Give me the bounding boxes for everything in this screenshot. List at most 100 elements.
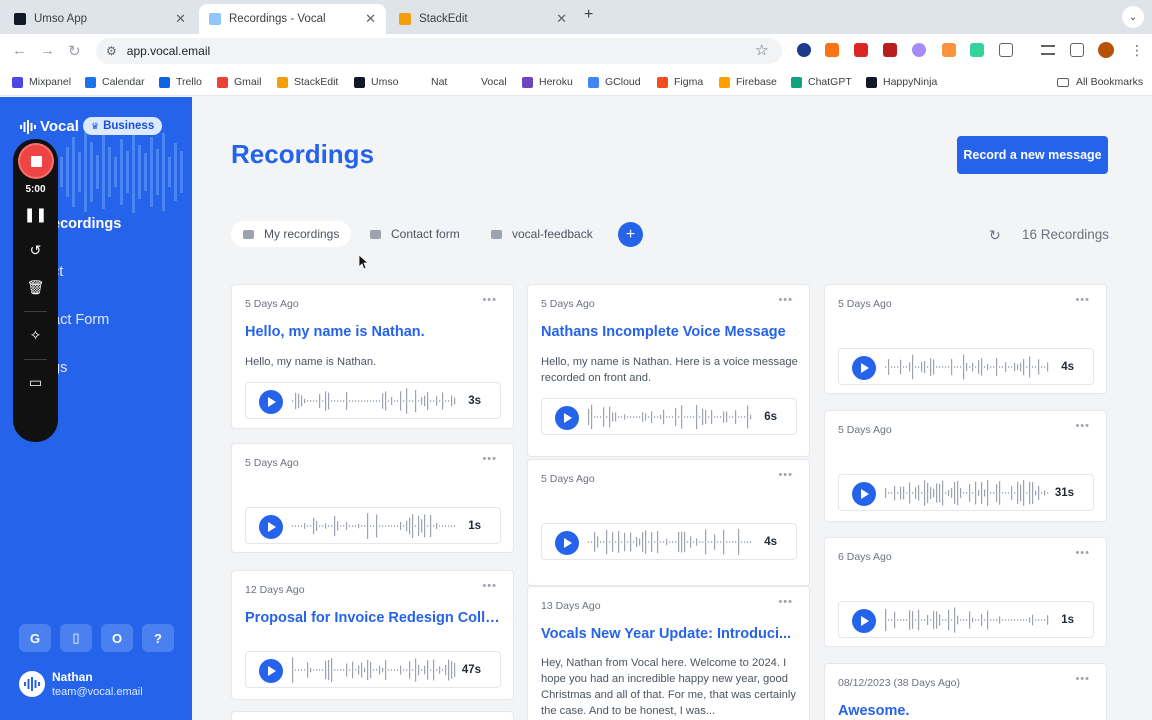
stop-recording-button[interactable] — [20, 145, 52, 177]
phone-integration-icon[interactable]: ▯ — [60, 624, 92, 652]
more-icon[interactable]: ••• — [778, 469, 793, 481]
vocal-logo[interactable]: Vocal — [20, 118, 79, 135]
bookmark-happyninja[interactable]: HappyNinja — [866, 76, 937, 88]
reading-list-icon[interactable] — [1041, 45, 1055, 55]
recording-card[interactable]: 6 Days Ago ••• 1s — [824, 537, 1107, 647]
camera-icon[interactable]: ▭ — [13, 374, 58, 391]
bookmark-trello[interactable]: Trello — [159, 76, 202, 88]
record-new-message-button[interactable]: Record a new message — [957, 136, 1108, 174]
close-icon[interactable]: ✕ — [175, 11, 186, 27]
metamask-extension-icon[interactable] — [825, 43, 839, 57]
new-tab-icon[interactable]: + — [584, 6, 593, 24]
card-title[interactable]: Proposal for Invoice Redesign Colla... — [245, 610, 503, 626]
tab-search-icon[interactable]: ⌄ — [1122, 6, 1144, 28]
waveform[interactable] — [885, 607, 1050, 633]
recording-card[interactable]: 5 Days Ago ••• 1s — [231, 443, 514, 553]
back-arrow-icon[interactable]: ← — [12, 42, 27, 59]
folder-tab-my-recordings[interactable]: My recordings — [231, 221, 352, 247]
bookmark-figma[interactable]: Figma — [657, 76, 703, 88]
folder-tab-vocal-feedback[interactable]: vocal-feedback — [479, 221, 605, 247]
more-icon[interactable]: ••• — [1075, 547, 1090, 559]
orange-extension-icon[interactable] — [942, 43, 956, 57]
browser-menu-icon[interactable]: ⋮ — [1130, 42, 1144, 59]
help-icon[interactable]: ? — [142, 624, 174, 652]
recording-card[interactable]: 13 Days Ago ••• Vocals New Year Update: … — [527, 586, 810, 720]
waveform[interactable] — [885, 480, 1050, 506]
more-icon[interactable]: ••• — [1075, 673, 1090, 685]
play-button[interactable] — [852, 482, 876, 506]
refresh-icon[interactable]: ↻ — [989, 227, 1001, 244]
bookmark-nat[interactable]: Nat — [414, 76, 447, 88]
more-icon[interactable]: ••• — [778, 596, 793, 608]
folder-tab-contact-form[interactable]: Contact form — [358, 221, 472, 247]
recording-card[interactable]: 5 Days Ago ••• 4s — [824, 284, 1107, 394]
bookmark-stackedit[interactable]: StackEdit — [277, 76, 338, 88]
bookmark-firebase[interactable]: Firebase — [719, 76, 777, 88]
bookmark-chatgpt[interactable]: ChatGPT — [791, 76, 852, 88]
more-icon[interactable]: ••• — [482, 580, 497, 592]
side-panel-icon[interactable] — [1070, 43, 1084, 57]
bookmark-gmail[interactable]: Gmail — [217, 76, 261, 88]
recording-card[interactable] — [231, 711, 514, 720]
play-button[interactable] — [259, 515, 283, 539]
all-bookmarks-button[interactable]: All Bookmarks — [1057, 76, 1143, 88]
sidebar-item-recordings[interactable]: ecordings — [52, 216, 121, 232]
extensions-puzzle-icon[interactable] — [999, 43, 1013, 57]
more-icon[interactable]: ••• — [778, 294, 793, 306]
browser-tab-vocal[interactable]: Recordings - Vocal ✕ — [199, 4, 386, 34]
profile-avatar-icon[interactable] — [1098, 42, 1114, 58]
close-icon[interactable]: ✕ — [556, 11, 567, 27]
bookmark-gcloud[interactable]: GCloud — [588, 76, 641, 88]
add-folder-button[interactable]: + — [618, 222, 643, 247]
pause-icon[interactable]: ❚❚ — [13, 206, 58, 223]
recording-card[interactable]: 08/12/2023 (38 Days Ago) ••• Awesome. — [824, 663, 1107, 720]
waveform[interactable] — [292, 513, 457, 539]
close-icon[interactable]: ✕ — [365, 11, 376, 27]
bookmark-calendar[interactable]: Calendar — [85, 76, 145, 88]
bookmark-umso[interactable]: Umso — [354, 76, 398, 88]
play-button[interactable] — [852, 356, 876, 380]
address-bar[interactable]: ⚙ app.vocal.email — [96, 38, 782, 64]
card-title[interactable]: Hello, my name is Nathan. — [245, 324, 503, 340]
waveform[interactable] — [885, 354, 1050, 380]
waveform[interactable] — [292, 657, 457, 683]
recording-card[interactable]: 5 Days Ago ••• 31s — [824, 410, 1107, 522]
site-info-icon[interactable]: ⚙ — [106, 44, 117, 58]
green-extension-icon[interactable] — [970, 43, 984, 57]
waveform[interactable] — [588, 529, 753, 555]
s-extension-icon[interactable] — [854, 43, 868, 57]
purple-extension-icon[interactable] — [912, 43, 926, 57]
browser-tab-stackedit[interactable]: StackEdit ✕ — [389, 4, 577, 34]
play-button[interactable] — [852, 609, 876, 633]
recording-card[interactable]: 12 Days Ago ••• Proposal for Invoice Red… — [231, 570, 514, 700]
more-icon[interactable]: ••• — [482, 294, 497, 306]
card-title[interactable]: Vocals New Year Update: Introduci... — [541, 626, 799, 642]
play-button[interactable] — [259, 659, 283, 683]
bookmark-star-icon[interactable]: ☆ — [755, 41, 768, 59]
card-title[interactable]: Nathans Incomplete Voice Message — [541, 324, 799, 340]
forward-arrow-icon[interactable]: → — [40, 42, 55, 59]
recording-card[interactable]: 5 Days Ago ••• 4s — [527, 459, 810, 586]
pdf-extension-icon[interactable] — [883, 43, 897, 57]
play-button[interactable] — [555, 531, 579, 555]
trash-icon[interactable]: 🗑 — [13, 279, 58, 296]
restart-icon[interactable]: ↺ — [13, 242, 58, 259]
waveform[interactable] — [292, 388, 457, 414]
google-integration-icon[interactable]: G — [19, 624, 51, 652]
bookmark-mixpanel[interactable]: Mixpanel — [12, 76, 71, 88]
bookmark-heroku[interactable]: Heroku — [522, 76, 573, 88]
effects-wand-icon[interactable]: ✧ — [13, 327, 58, 344]
browser-tab-umso[interactable]: Umso App ✕ — [4, 4, 196, 34]
more-icon[interactable]: ••• — [1075, 294, 1090, 306]
bookmark-vocal[interactable]: Vocal — [464, 76, 507, 88]
more-icon[interactable]: ••• — [482, 453, 497, 465]
card-title[interactable]: Awesome. — [838, 703, 1096, 719]
play-button[interactable] — [555, 406, 579, 430]
outlook-integration-icon[interactable]: O — [101, 624, 133, 652]
waveform[interactable] — [588, 404, 753, 430]
more-icon[interactable]: ••• — [1075, 420, 1090, 432]
avatar[interactable] — [19, 671, 45, 697]
recording-card[interactable]: 5 Days Ago ••• Hello, my name is Nathan.… — [231, 284, 514, 429]
play-button[interactable] — [259, 390, 283, 414]
reload-icon[interactable]: ↻ — [68, 42, 81, 60]
